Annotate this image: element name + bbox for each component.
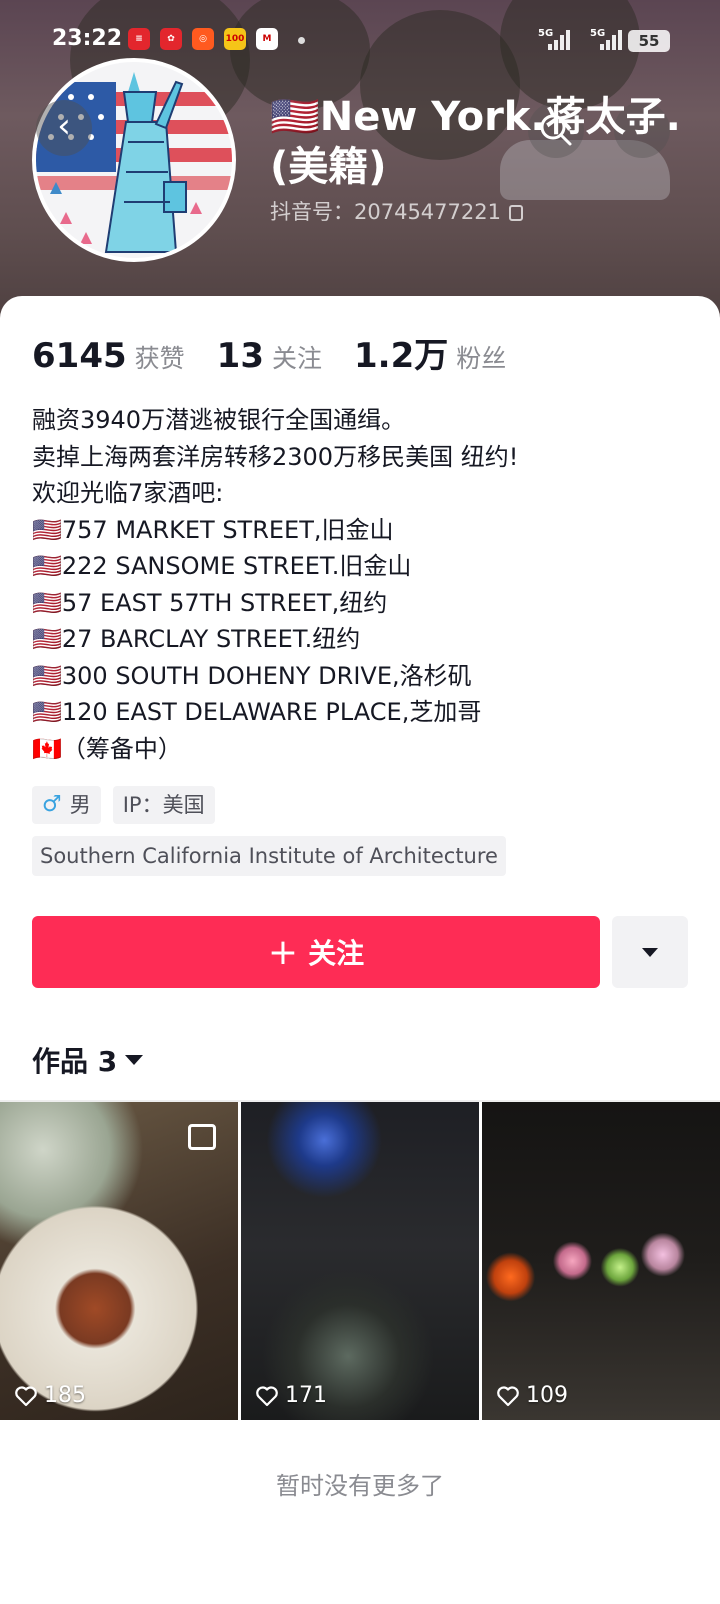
caret-down-icon	[125, 1055, 144, 1065]
bio-line: 欢迎光临7家酒吧:	[32, 479, 224, 507]
profile-nickname: 🇺🇸New York.蒋太子. (美籍)	[270, 92, 690, 192]
profile-stats: 6145 获赞 13 关注 1.2万 粉丝	[32, 328, 538, 377]
chevron-left-icon: ‹	[57, 106, 71, 146]
like-count-value: 171	[285, 1383, 327, 1408]
like-count: 109	[496, 1383, 568, 1408]
back-button[interactable]: ‹	[36, 100, 92, 156]
nickname-line: (美籍)	[270, 144, 387, 190]
status-time: 23:22	[52, 26, 123, 51]
stat-label: 关注	[271, 344, 322, 373]
copy-icon[interactable]	[508, 205, 523, 221]
app-notification-icon: ◎	[192, 28, 214, 50]
caret-down-icon	[642, 947, 658, 957]
signal-icon	[548, 30, 570, 50]
app-notification-icon: ≡	[128, 28, 150, 50]
app-notification-icon: ✿	[160, 28, 182, 50]
stat-value: 1.2万	[354, 336, 449, 376]
bio-line: 融资3940万潜逃被银行全国通缉。	[32, 406, 406, 434]
video-thumbnail[interactable]: 185	[0, 1102, 238, 1420]
bio-line: 🇺🇸57 EAST 57TH STREET,纽约	[32, 588, 388, 617]
profile-bio: 融资3940万潜逃被银行全国通缉。 卖掉上海两套洋房转移2300万移民美国 纽约…	[32, 402, 692, 767]
avatar[interactable]	[32, 58, 236, 262]
like-count: 171	[255, 1383, 327, 1408]
bio-line: 🇺🇸757 MARKET STREET,旧金山	[32, 515, 394, 544]
like-count-value: 185	[44, 1383, 86, 1408]
app-notification-icon: 100	[224, 28, 246, 50]
multi-image-icon	[188, 1124, 216, 1150]
stat-followers[interactable]: 1.2万 粉丝	[354, 328, 506, 377]
app-notification-icon: M	[256, 28, 278, 50]
like-count-value: 109	[526, 1383, 568, 1408]
heart-icon	[497, 1385, 519, 1406]
bio-line: 🇨🇦（筹备中）	[32, 734, 182, 763]
video-thumbnail[interactable]: 109	[482, 1102, 720, 1420]
bio-line: 🇺🇸120 EAST DELAWARE PLACE,芝加哥	[32, 698, 482, 726]
signal-icon	[600, 30, 622, 50]
stat-label: 粉丝	[456, 344, 507, 373]
bio-line: 🇺🇸222 SANSOME STREET.旧金山	[32, 552, 412, 580]
status-bar: 23:22 ≡ ✿ ◎ 100 M 5G 5G 55	[0, 22, 720, 58]
more-notifications-icon	[298, 37, 305, 44]
heart-icon	[256, 1385, 278, 1406]
ip-tag: IP：美国	[112, 786, 215, 824]
statue-of-liberty-icon	[36, 62, 232, 258]
nickname-line: 🇺🇸New York.蒋太子.	[270, 94, 681, 140]
bio-line: 卖掉上海两套洋房转移2300万移民美国 纽约!	[32, 442, 519, 471]
video-thumbnail[interactable]: 171	[241, 1102, 479, 1420]
no-more-content: 暂时没有更多了	[276, 1472, 444, 1500]
heart-icon	[15, 1385, 37, 1406]
douyin-id: 抖音号：20745477221	[270, 196, 523, 226]
stat-label: 获赞	[134, 344, 185, 373]
profile-tags: ♂ 男 IP：美国	[32, 786, 215, 824]
works-tab-label: 作品 3	[32, 1045, 118, 1078]
follow-button[interactable]: + 关注	[32, 916, 600, 988]
like-count: 185	[14, 1383, 86, 1408]
bio-line: 🇺🇸300 SOUTH DOHENY DRIVE,洛杉矶	[32, 661, 472, 690]
stat-value: 13	[216, 336, 264, 376]
douyin-id-label: 抖音号：	[270, 200, 354, 224]
tab-works[interactable]: 作品 3	[32, 1040, 144, 1080]
ip-label: IP：美国	[122, 793, 205, 817]
male-icon: ♂	[42, 792, 62, 817]
douyin-id-value: 20745477221	[354, 200, 501, 224]
school-tag[interactable]: Southern California Institute of Archite…	[32, 836, 506, 876]
stat-value: 6145	[32, 336, 127, 376]
stat-following[interactable]: 13 关注	[217, 336, 322, 376]
recommend-dropdown-button[interactable]	[612, 916, 688, 988]
works-grid: 185 171 109	[0, 1102, 720, 1420]
bio-line: 🇺🇸27 BARCLAY STREET.纽约	[32, 625, 361, 653]
battery-icon: 55	[628, 30, 670, 52]
gender-label: 男	[69, 793, 91, 817]
school-label: Southern California Institute of Archite…	[40, 844, 498, 868]
gender-tag: ♂ 男	[32, 786, 101, 824]
plus-icon: +	[267, 931, 299, 973]
follow-label: 关注	[308, 937, 365, 970]
stat-likes[interactable]: 6145 获赞	[32, 336, 185, 376]
